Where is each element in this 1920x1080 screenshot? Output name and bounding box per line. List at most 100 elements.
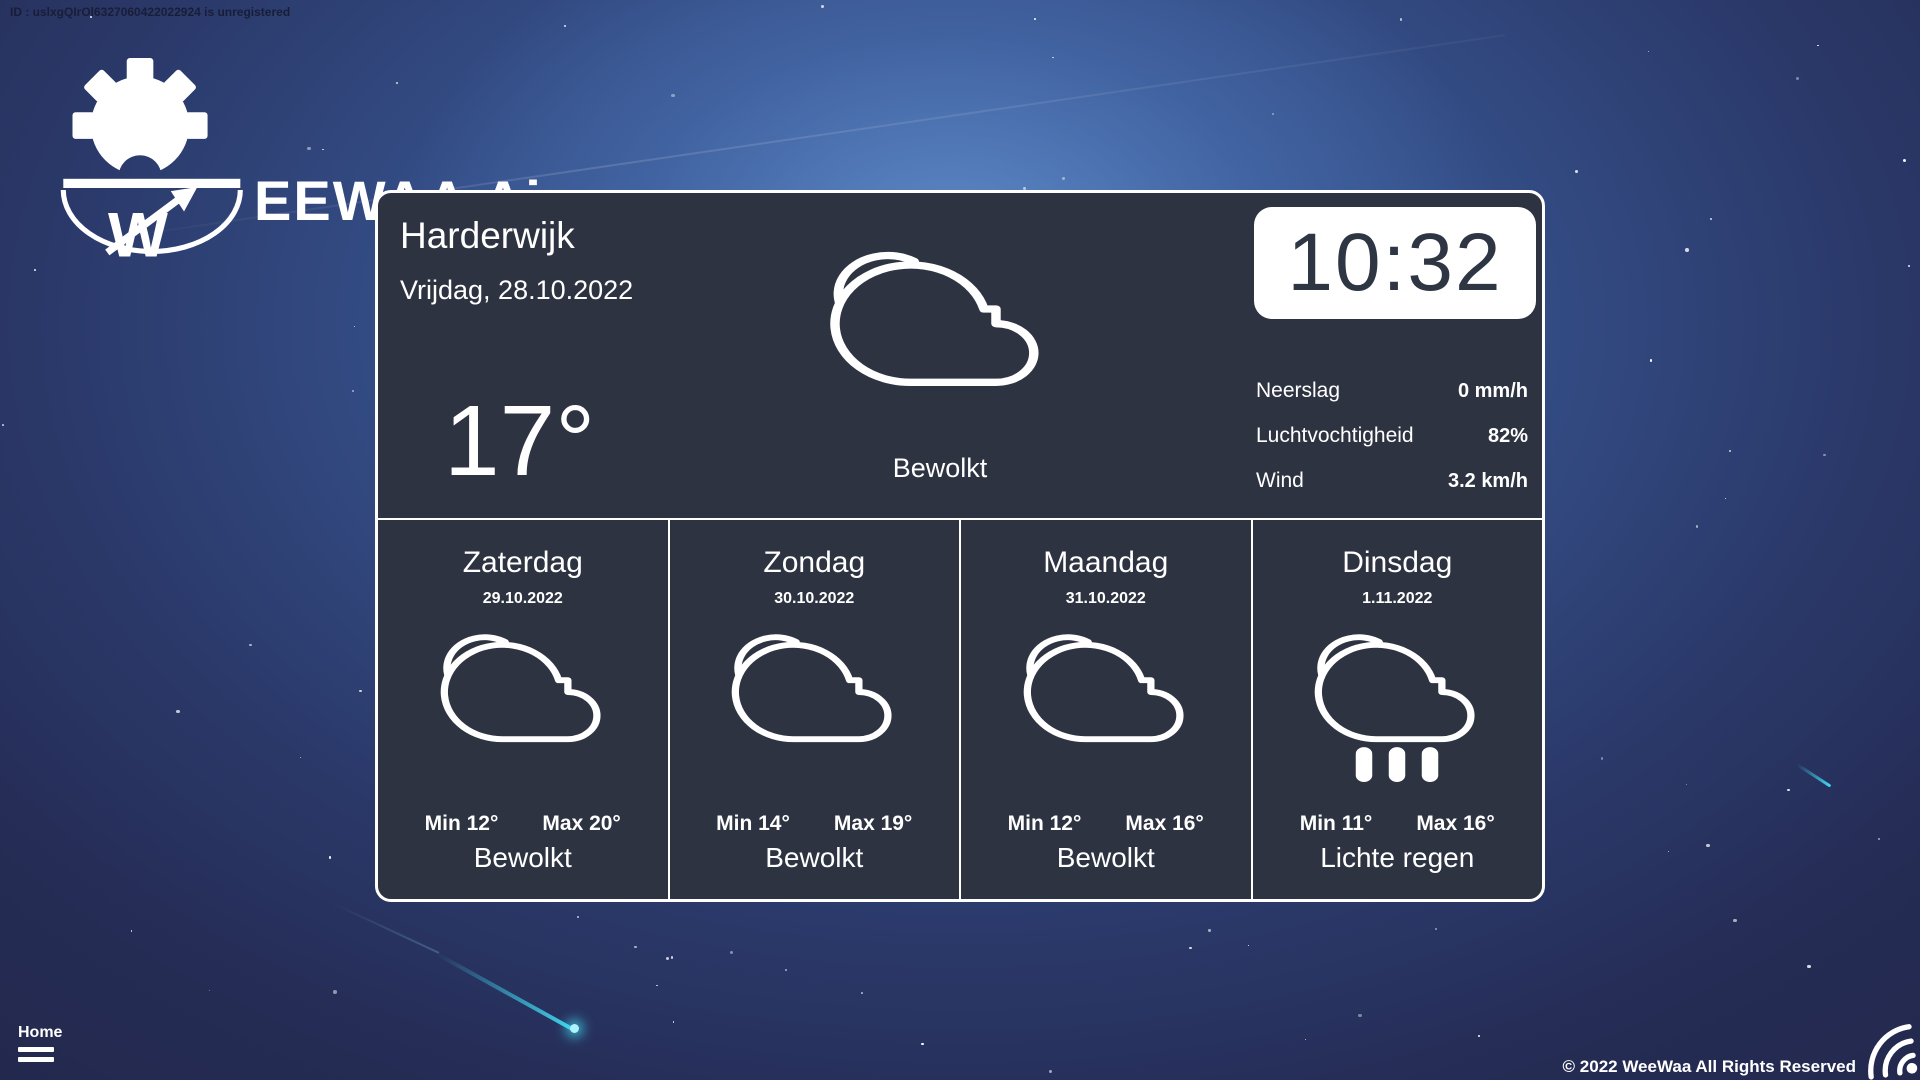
- forecast-minmax: Min 11° Max 16°: [1253, 812, 1543, 836]
- star: [1725, 498, 1726, 499]
- star: [307, 147, 310, 150]
- forecast-date: 31.10.2022: [961, 590, 1251, 608]
- star: [2, 424, 4, 426]
- star: [176, 710, 180, 714]
- star: [1733, 919, 1736, 922]
- weather-dashboard: ID : uslxgQIrOl6327060422022924 is unreg…: [0, 0, 1920, 1080]
- cloudy-icon: [830, 249, 1045, 389]
- star: [1706, 844, 1709, 847]
- forecast-column: Maandag 31.10.2022 Min 12° Max 16° Bewol…: [959, 520, 1251, 899]
- stat-value: 3.2 km/h: [1448, 470, 1528, 493]
- forecast-day: Maandag: [961, 546, 1251, 580]
- star: [322, 149, 323, 150]
- forecast-minmax: Min 12° Max 16°: [961, 812, 1251, 836]
- max-temp: Max 20°: [542, 812, 620, 836]
- home-button[interactable]: Home: [18, 1024, 62, 1062]
- current-temperature: 17°: [444, 391, 595, 491]
- star: [1248, 945, 1249, 946]
- stat-row-wind: Wind 3.2 km/h: [1256, 469, 1528, 493]
- cloudy-icon: [732, 632, 897, 782]
- star: [564, 25, 566, 27]
- stat-row-humidity: Luchtvochtigheid 82%: [1256, 424, 1528, 448]
- min-temp: Min 11°: [1300, 812, 1373, 836]
- star: [359, 690, 361, 692]
- star: [656, 985, 658, 987]
- forecast-day: Zondag: [670, 546, 960, 580]
- forecast-day: Zaterdag: [378, 546, 668, 580]
- star: [1272, 113, 1274, 115]
- hamburger-icon: [18, 1047, 54, 1052]
- app-logo: W EEWAA Ai: [58, 56, 263, 281]
- current-weather-section: Harderwijk Vrijdag, 28.10.2022 17° Bewol…: [378, 193, 1542, 518]
- star: [577, 916, 579, 918]
- copyright-text: © 2022 WeeWaa All Rights Reserved: [1563, 1057, 1856, 1077]
- forecast-minmax: Min 12° Max 20°: [378, 812, 668, 836]
- clock: 10:32: [1254, 207, 1536, 319]
- min-temp: Min 12°: [1008, 812, 1082, 836]
- light-rain-icon: [1315, 632, 1480, 782]
- star: [396, 82, 398, 84]
- star: [1358, 1014, 1362, 1018]
- gear-w-arrow-icon: W: [58, 56, 263, 276]
- forecast-date: 1.11.2022: [1253, 590, 1543, 608]
- registration-id-text: ID : uslxgQIrOl6327060422022924 is unreg…: [10, 5, 290, 19]
- stat-label: Neerslag: [1256, 379, 1340, 403]
- forecast-condition: Lichte regen: [1253, 842, 1543, 874]
- star: [333, 990, 337, 994]
- stat-value: 82%: [1488, 425, 1528, 448]
- star: [1903, 159, 1906, 162]
- home-label: Home: [18, 1024, 62, 1042]
- stat-label: Wind: [1256, 469, 1304, 493]
- forecast-date: 29.10.2022: [378, 590, 668, 608]
- star: [300, 757, 302, 759]
- star: [673, 1021, 674, 1022]
- max-temp: Max 16°: [1416, 812, 1494, 836]
- star: [1650, 359, 1652, 361]
- cloudy-icon: [440, 632, 605, 782]
- min-temp: Min 12°: [425, 812, 499, 836]
- star: [821, 5, 824, 8]
- star: [1400, 18, 1403, 21]
- star: [1648, 51, 1649, 52]
- current-condition: Bewolkt: [770, 453, 1110, 484]
- max-temp: Max 19°: [834, 812, 912, 836]
- star: [1878, 838, 1880, 840]
- star: [1908, 265, 1911, 268]
- star: [249, 644, 251, 646]
- stat-value: 0 mm/h: [1458, 380, 1528, 403]
- star: [1034, 18, 1036, 20]
- star: [329, 856, 331, 858]
- star: [1796, 77, 1799, 80]
- star: [1601, 757, 1603, 759]
- min-temp: Min 14°: [716, 812, 790, 836]
- comet-head: [570, 1024, 579, 1033]
- forecast-column: Zaterdag 29.10.2022 Min 12° Max 20° Bewo…: [378, 520, 668, 899]
- star: [671, 94, 674, 97]
- star: [1478, 1035, 1481, 1038]
- star: [1787, 789, 1790, 792]
- city-name: Harderwijk: [400, 215, 575, 257]
- weather-stats: Neerslag 0 mm/h Luchtvochtigheid 82% Win…: [1256, 379, 1528, 514]
- current-date: Vrijdag, 28.10.2022: [400, 275, 633, 306]
- star: [1062, 177, 1065, 180]
- star: [861, 992, 863, 994]
- star: [1696, 525, 1698, 527]
- star: [1686, 784, 1687, 785]
- forecast-condition: Bewolkt: [961, 842, 1251, 874]
- star: [1052, 57, 1053, 58]
- hamburger-icon: [18, 1057, 54, 1062]
- forecast-column: Dinsdag 1.11.2022 Min 11° Max 16° Lichte…: [1251, 520, 1543, 899]
- star: [1817, 45, 1819, 47]
- star: [921, 1043, 923, 1045]
- weather-card: Harderwijk Vrijdag, 28.10.2022 17° Bewol…: [375, 190, 1545, 902]
- forecast-date: 30.10.2022: [670, 590, 960, 608]
- star: [354, 326, 355, 327]
- star: [1575, 170, 1578, 173]
- star: [131, 930, 133, 932]
- star: [1685, 248, 1689, 252]
- star: [1807, 965, 1811, 969]
- star: [671, 956, 674, 959]
- star: [1189, 947, 1191, 949]
- star: [34, 269, 36, 271]
- star: [785, 969, 788, 972]
